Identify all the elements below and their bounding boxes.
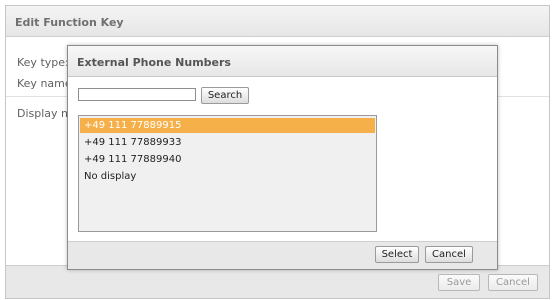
phone-number-list[interactable]: +49 111 77889915 +49 111 77889933 +49 11… [78, 115, 377, 232]
list-item[interactable]: +49 111 77889940 [80, 152, 375, 167]
key-name-label: Key name [17, 77, 72, 90]
modal-title: External Phone Numbers [77, 56, 231, 69]
modal-header: External Phone Numbers [68, 46, 497, 77]
list-item[interactable]: +49 111 77889915 [80, 118, 375, 133]
select-button[interactable]: Select [375, 246, 419, 263]
key-type-label: Key type: [17, 56, 69, 69]
cancel-button[interactable]: Cancel [488, 274, 538, 291]
list-item[interactable]: +49 111 77889933 [80, 135, 375, 150]
search-input[interactable] [78, 88, 196, 101]
dialog-title: Edit Function Key [15, 16, 124, 29]
cancel-button[interactable]: Cancel [425, 246, 473, 263]
external-phone-numbers-modal: External Phone Numbers Search +49 111 77… [67, 45, 498, 270]
save-button[interactable]: Save [438, 274, 480, 291]
modal-footer: Select Cancel [68, 241, 497, 269]
list-item[interactable]: No display [80, 169, 375, 184]
search-button[interactable]: Search [201, 87, 249, 104]
dialog-header: Edit Function Key [6, 6, 549, 37]
